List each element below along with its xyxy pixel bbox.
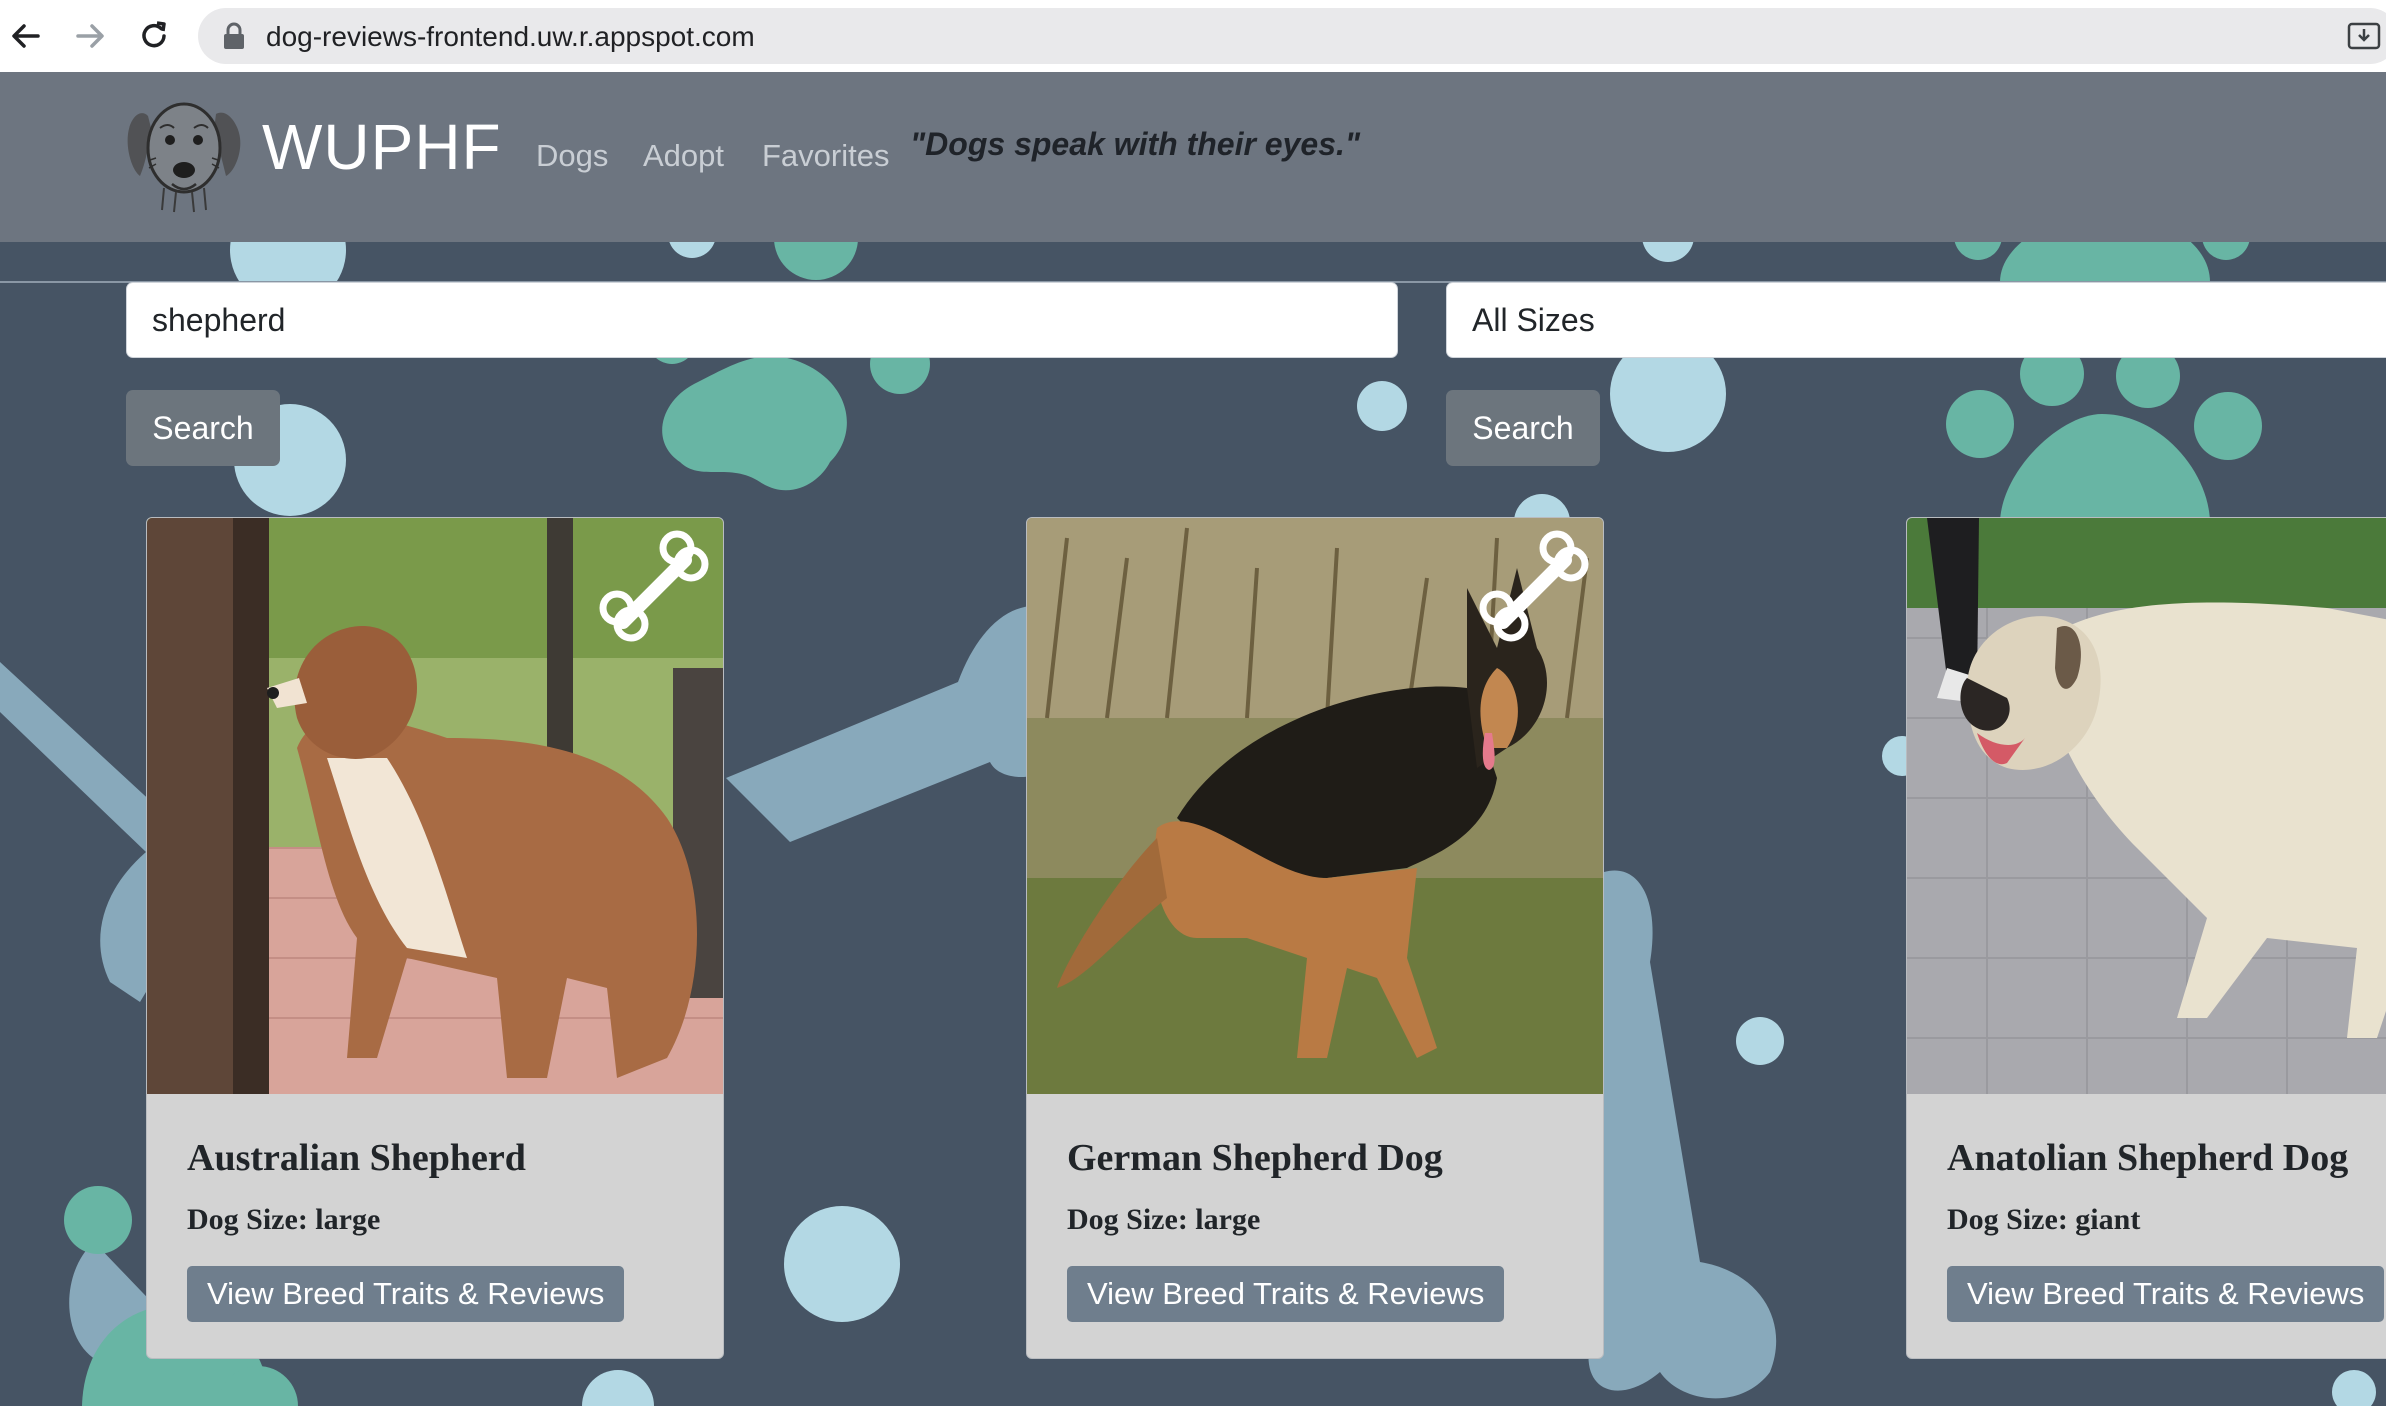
breed-size: Dog Size: large <box>187 1203 381 1236</box>
forward-icon[interactable] <box>66 12 114 60</box>
nav-favorites[interactable]: Favorites <box>762 138 889 174</box>
nav-dogs[interactable]: Dogs <box>536 138 608 174</box>
tagline: "Dogs speak with their eyes." <box>910 126 1361 162</box>
breed-title: German Shepherd Dog <box>1067 1137 1443 1179</box>
favorite-bone-icon[interactable] <box>593 526 713 646</box>
breed-card: Anatolian Shepherd Dog Dog Size: giant V… <box>1906 517 2386 1359</box>
install-app-icon[interactable] <box>2346 18 2382 54</box>
breed-size: Dog Size: giant <box>1947 1203 2141 1236</box>
size-filter-select[interactable]: All Sizes <box>1446 282 2386 358</box>
favorite-bone-icon[interactable] <box>1473 526 1593 646</box>
breed-search-input[interactable] <box>126 282 1398 358</box>
breed-title: Australian Shepherd <box>187 1137 526 1179</box>
back-icon[interactable] <box>2 12 50 60</box>
size-search-button[interactable]: Search <box>1446 390 1600 466</box>
url-text: dog-reviews-frontend.uw.r.appspot.com <box>266 21 755 52</box>
breed-search-button[interactable]: Search <box>126 390 280 466</box>
view-breed-button[interactable]: View Breed Traits & Reviews <box>187 1266 625 1322</box>
address-bar[interactable]: dog-reviews-frontend.uw.r.appspot.com <box>198 8 2386 64</box>
reload-icon[interactable] <box>130 12 178 60</box>
brand-name[interactable]: WUPHF <box>262 110 502 184</box>
anatolian-shepherd-photo <box>1907 518 2386 1094</box>
breed-title: Anatolian Shepherd Dog <box>1947 1137 2349 1179</box>
nav-adopt[interactable]: Adopt <box>643 138 724 174</box>
view-breed-button[interactable]: View Breed Traits & Reviews <box>1947 1266 2385 1322</box>
browser-toolbar: dog-reviews-frontend.uw.r.appspot.com <box>0 0 2386 72</box>
breed-size: Dog Size: large <box>1067 1203 1261 1236</box>
breed-card: German Shepherd Dog Dog Size: large View… <box>1026 517 1604 1359</box>
lock-icon <box>224 22 244 49</box>
view-breed-button[interactable]: View Breed Traits & Reviews <box>1067 1266 1505 1322</box>
site-header: WUPHF Dogs Adopt Favorites "Dogs speak w… <box>0 72 2386 242</box>
dog-logo-icon[interactable] <box>120 88 246 214</box>
page: dog-reviews-frontend.uw.r.appspot.com WU… <box>0 0 2386 1406</box>
breed-card: Australian Shepherd Dog Size: large View… <box>146 517 724 1359</box>
